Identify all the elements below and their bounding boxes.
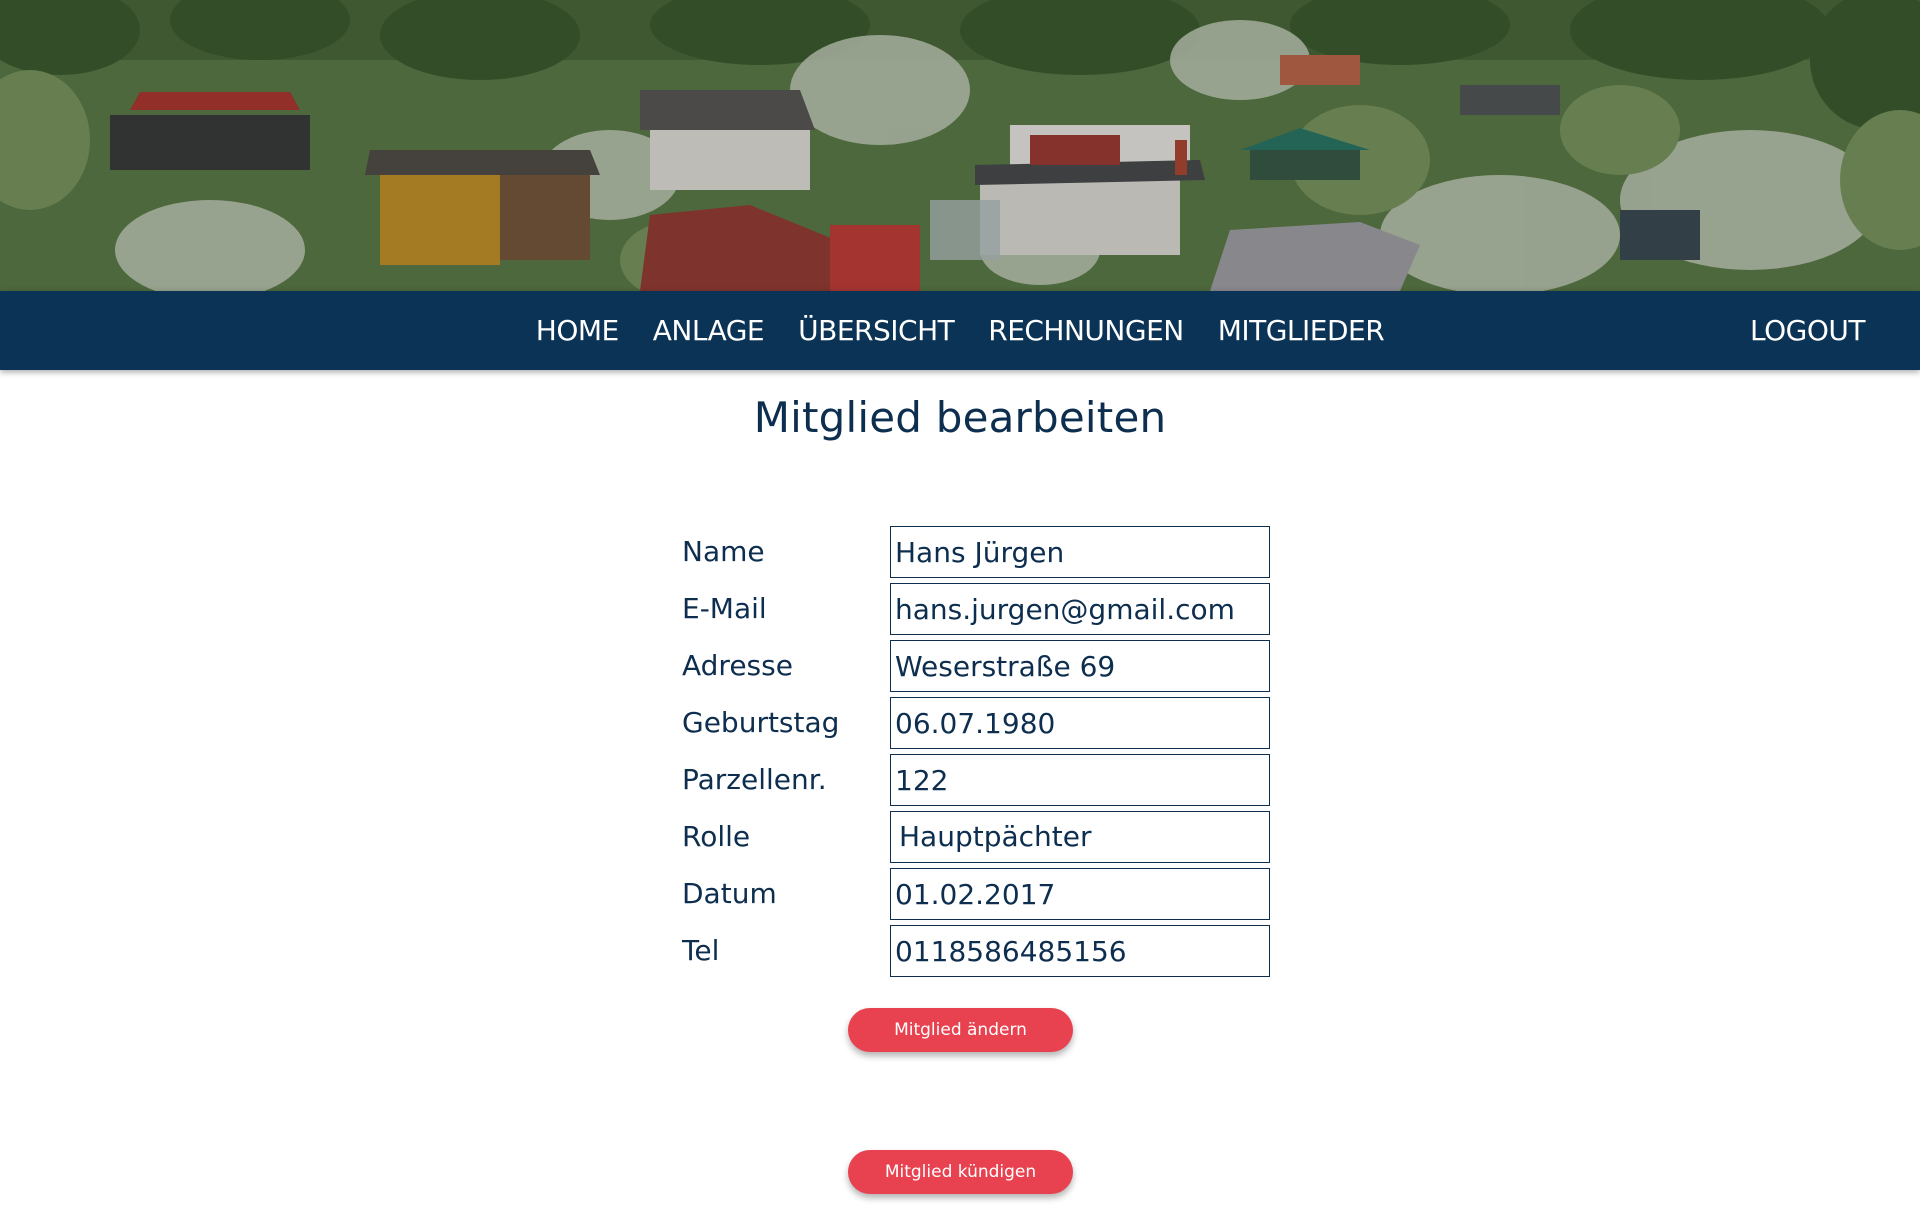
form-row-birthday: Geburtstag [682, 697, 1272, 749]
nav-menu: HOME ANLAGE ÜBERSICHT RECHNUNGEN MITGLIE… [0, 291, 1920, 370]
role-label: Rolle [682, 820, 751, 853]
nav-item-mitglieder[interactable]: MITGLIEDER [1218, 314, 1385, 347]
logout-link[interactable]: LOGOUT [1750, 314, 1865, 347]
birthday-label: Geburtstag [682, 706, 840, 739]
address-label: Adresse [682, 649, 793, 682]
birthday-input[interactable] [890, 697, 1270, 749]
page-title: Mitglied bearbeiten [753, 393, 1167, 442]
nav-item-anlage[interactable]: ANLAGE [653, 314, 765, 347]
date-input[interactable] [890, 868, 1270, 920]
form-row-name: Name [682, 526, 1272, 578]
nav-item-home[interactable]: HOME [536, 314, 619, 347]
address-input[interactable] [890, 640, 1270, 692]
form-row-role: Rolle Hauptpächter [682, 811, 1272, 863]
form-row-date: Datum [682, 868, 1272, 920]
nav-logout-container: LOGOUT [1750, 291, 1865, 370]
form-row-phone: Tel [682, 925, 1272, 977]
form-row-plot-number: Parzellenr. [682, 754, 1272, 806]
nav-item-rechnungen[interactable]: RECHNUNGEN [988, 314, 1184, 347]
form-row-email: E-Mail [682, 583, 1272, 635]
name-input[interactable] [890, 526, 1270, 578]
hero-banner-image [0, 0, 1920, 291]
email-input[interactable] [890, 583, 1270, 635]
form-row-address: Adresse [682, 640, 1272, 692]
nav-item-uebersicht[interactable]: ÜBERSICHT [798, 314, 955, 347]
main-navbar: HOME ANLAGE ÜBERSICHT RECHNUNGEN MITGLIE… [0, 291, 1920, 370]
garden-colony-illustration [0, 0, 1920, 291]
email-label: E-Mail [682, 592, 767, 625]
date-label: Datum [682, 877, 777, 910]
cancel-membership-button[interactable]: Mitglied kündigen [848, 1150, 1073, 1194]
name-label: Name [682, 535, 765, 568]
phone-input[interactable] [890, 925, 1270, 977]
phone-label: Tel [682, 934, 720, 967]
role-select[interactable]: Hauptpächter [890, 811, 1270, 863]
edit-member-form: Name E-Mail Adresse Geburtstag Parzellen… [682, 526, 1272, 982]
update-member-button[interactable]: Mitglied ändern [848, 1008, 1073, 1052]
plot-number-input[interactable] [890, 754, 1270, 806]
plot-number-label: Parzellenr. [682, 763, 827, 796]
